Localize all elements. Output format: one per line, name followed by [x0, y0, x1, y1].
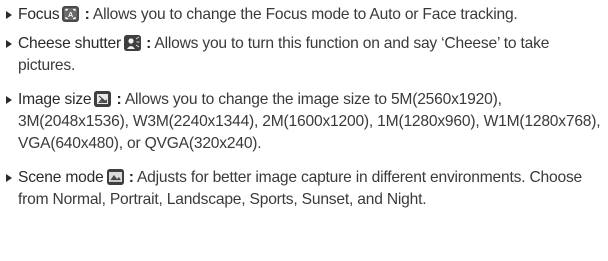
bullet-arrow-icon: [6, 40, 12, 48]
bullet-arrow-icon: [6, 174, 12, 182]
cheese-shutter-icon: [123, 35, 141, 51]
item-description: Allows you to change the Focus mode to A…: [92, 6, 518, 23]
item-separator: :: [84, 6, 90, 23]
svg-text:A: A: [69, 12, 74, 19]
list-item-focus: Focus A : Allows you to change the Focus …: [6, 4, 606, 26]
item-separator: :: [146, 35, 152, 52]
list-item-image-size: Image size : Allows you to change the im…: [6, 89, 606, 155]
item-term: Cheese shutter: [18, 35, 121, 52]
item-term: Focus: [18, 6, 60, 23]
feature-list: Focus A : Allows you to change the Focus …: [0, 0, 608, 261]
image-size-icon: [94, 91, 112, 107]
focus-icon: A: [62, 6, 80, 22]
list-item-scene-mode: Scene mode : Adjusts for better image ca…: [6, 167, 606, 211]
scene-mode-icon: [106, 169, 124, 185]
item-term: Scene mode: [18, 169, 104, 186]
bullet-arrow-icon: [6, 11, 12, 19]
item-separator: :: [128, 169, 134, 186]
list-item-cheese-shutter: Cheese shutter : Allows you to turn this…: [6, 33, 606, 77]
bullet-arrow-icon: [6, 96, 12, 104]
item-separator: :: [116, 91, 122, 108]
item-term: Image size: [18, 91, 92, 108]
